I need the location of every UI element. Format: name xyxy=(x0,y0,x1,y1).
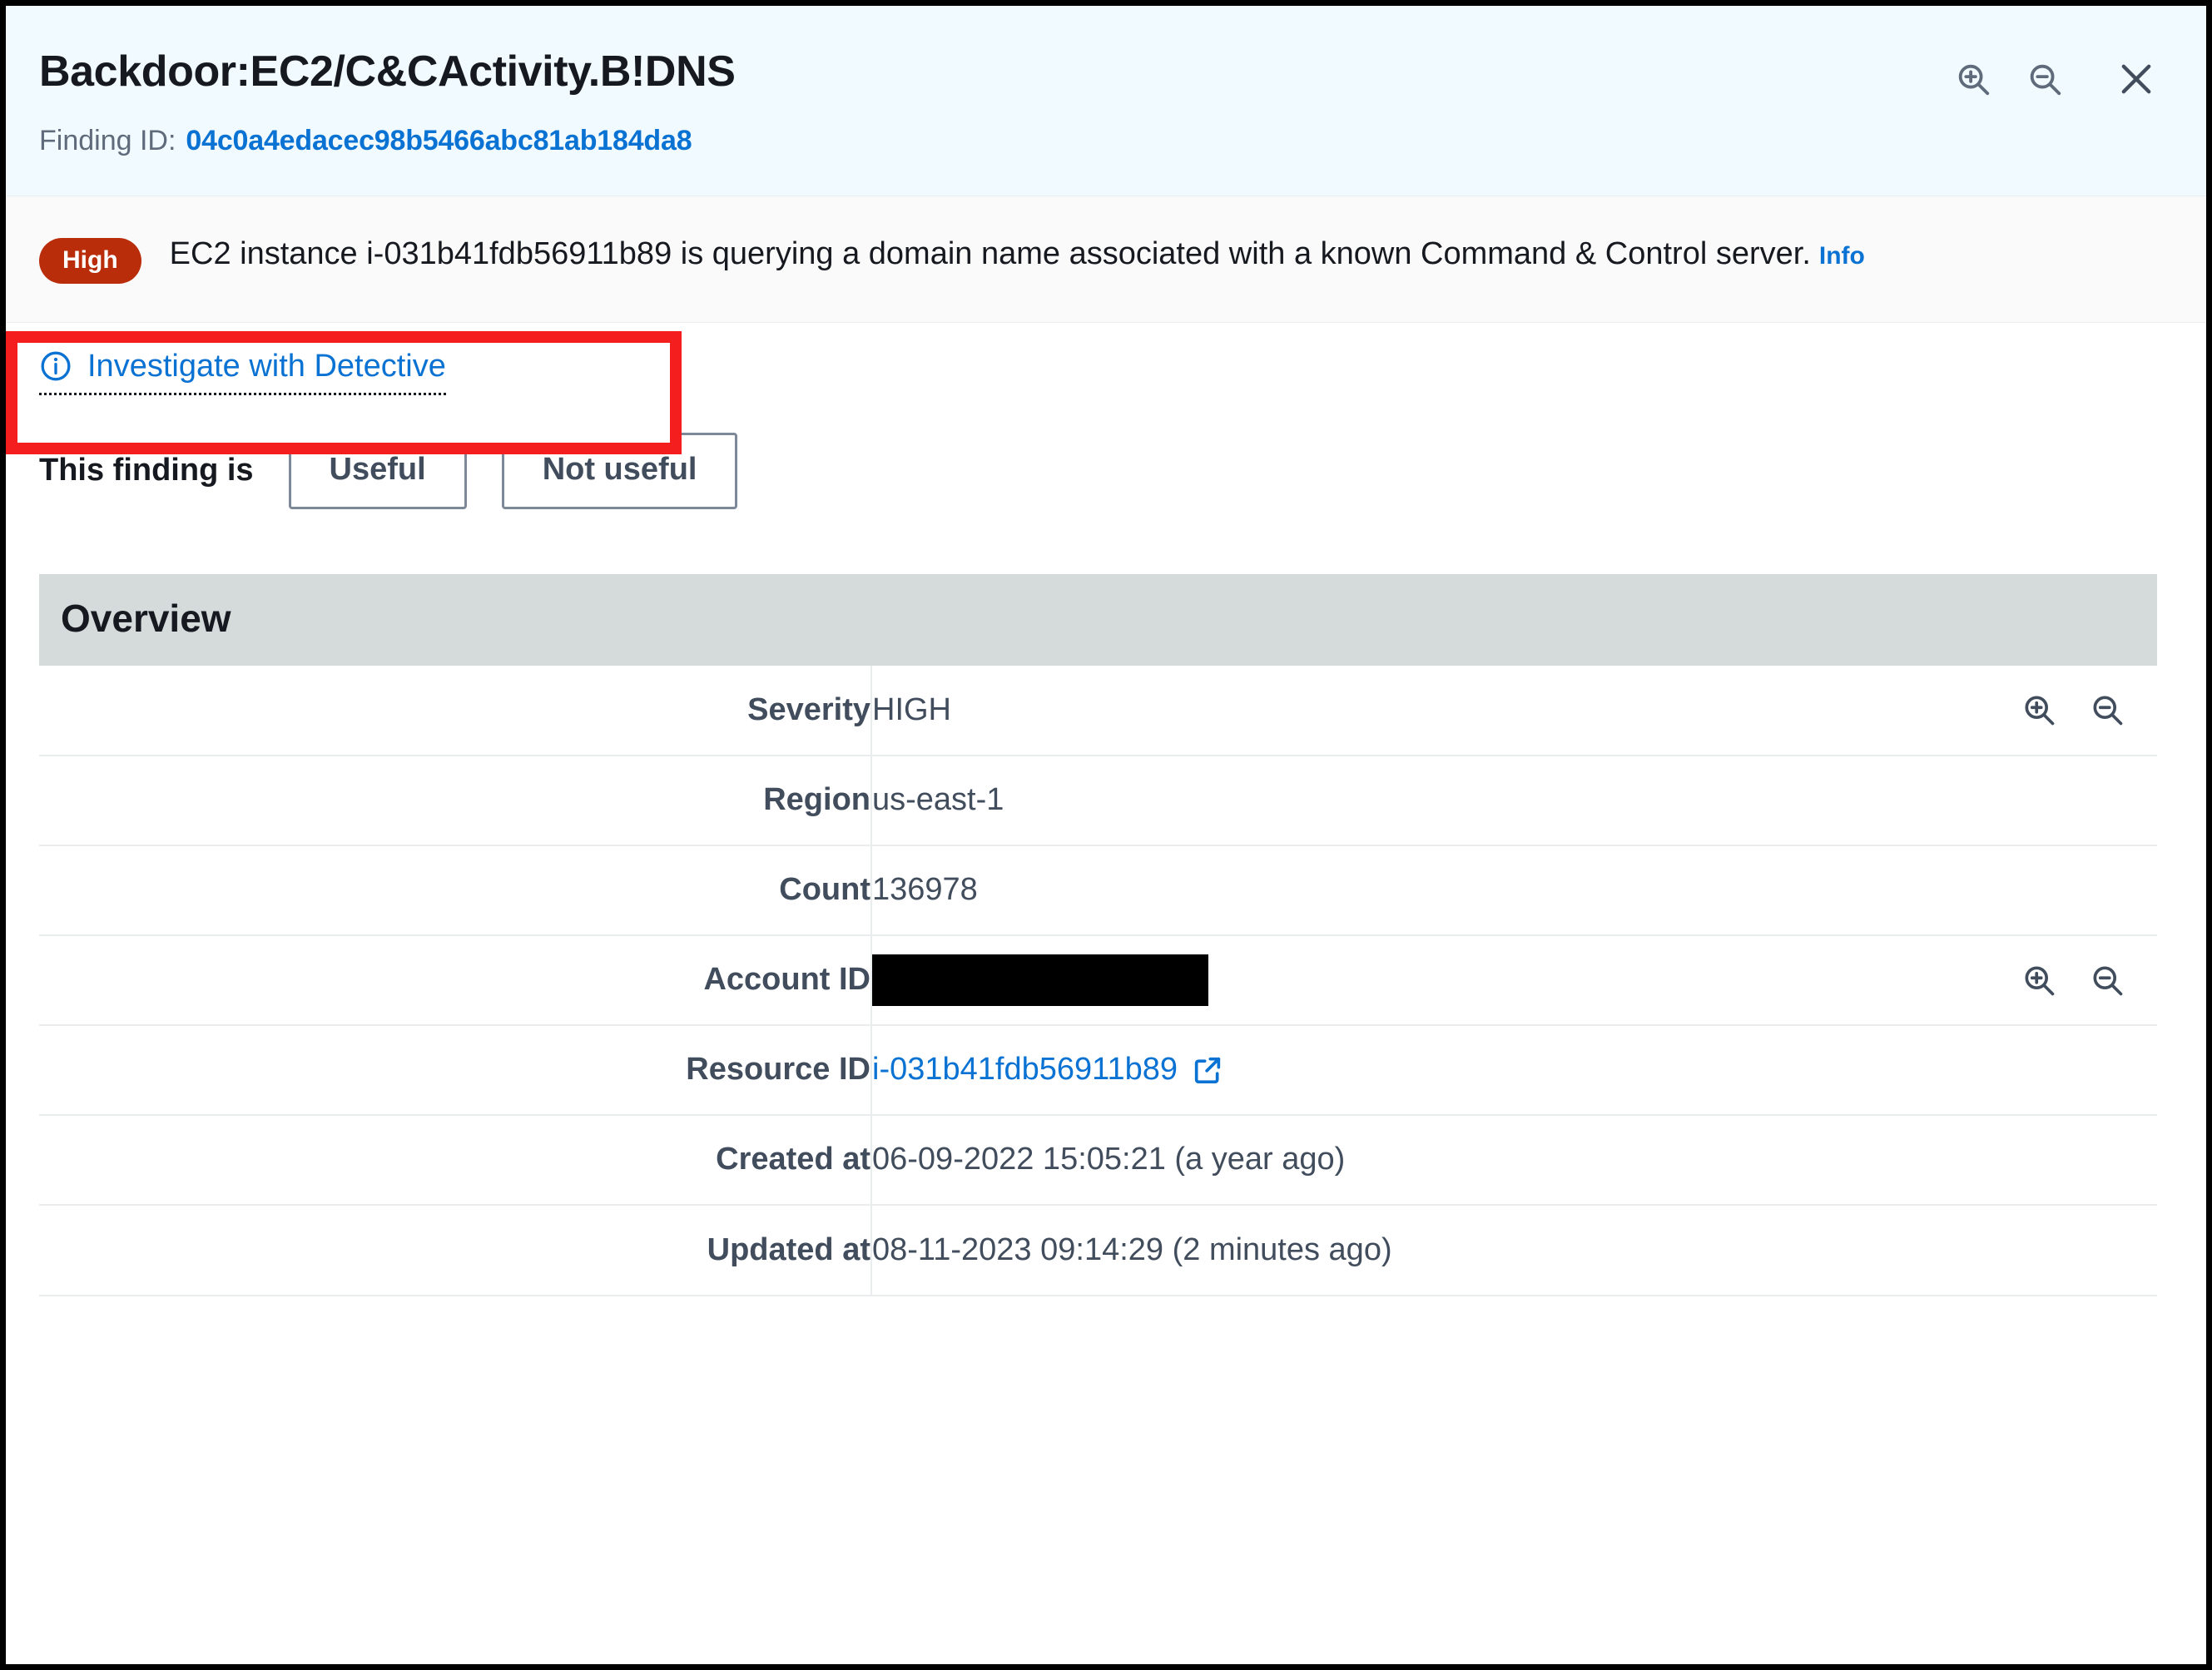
overview-value: i-031b41fdb56911b89 xyxy=(871,1023,2157,1115)
overview-value: 06-09-2022 15:05:21 (a year ago) xyxy=(871,1113,2157,1205)
close-icon[interactable] xyxy=(2115,57,2158,101)
info-link[interactable]: Info xyxy=(1819,242,1865,270)
overview-key: Account ID xyxy=(39,934,872,1025)
resource-id-link[interactable]: i-031b41fdb56911b89 xyxy=(872,1052,1224,1088)
table-row: Resource ID i-031b41fdb56911b89 xyxy=(39,1023,2157,1115)
overview-value-text: 136978 xyxy=(872,872,978,908)
overview-value: 136978 xyxy=(871,844,2157,935)
info-circle-icon xyxy=(39,349,72,383)
feedback-row: This finding is Useful Not useful xyxy=(6,399,2206,509)
finding-id-value: 04c0a4edacec98b5466abc81ab184da8 xyxy=(186,124,692,156)
feedback-label: This finding is xyxy=(39,453,254,488)
redacted-account-id xyxy=(872,954,1208,1006)
detective-section: Investigate with Detective xyxy=(6,323,2206,454)
useful-button[interactable]: Useful xyxy=(288,432,467,509)
investigate-with-detective-label: Investigate with Detective xyxy=(87,348,446,384)
overview-key: Updated at xyxy=(39,1203,872,1295)
zoom-in-icon[interactable] xyxy=(2017,959,2061,1002)
finding-header: Backdoor:EC2/C&CActivity.B!DNS Finding I… xyxy=(6,6,2206,196)
overview-value-text: 06-09-2022 15:05:21 (a year ago) xyxy=(872,1142,1346,1177)
table-row: Region us-east-1 xyxy=(39,754,2157,845)
finding-id-label: Finding ID: xyxy=(39,124,176,156)
external-link-icon xyxy=(1191,1053,1224,1087)
table-row: Count 136978 xyxy=(39,844,2157,935)
finding-description-text: EC2 instance i-031b41fdb56911b89 is quer… xyxy=(170,233,1865,275)
description-sentence: EC2 instance i-031b41fdb56911b89 is quer… xyxy=(169,235,1811,271)
overview-title: Overview xyxy=(39,573,2157,666)
overview-key: Count xyxy=(39,844,872,935)
row-zoom-controls xyxy=(2017,959,2157,1002)
row-zoom-controls xyxy=(2017,688,2157,731)
zoom-out-icon[interactable] xyxy=(2086,959,2129,1002)
overview-key: Resource ID xyxy=(39,1023,872,1115)
table-row: Severity HIGH xyxy=(39,665,2157,756)
table-row: Account ID xyxy=(39,934,2157,1025)
zoom-out-icon[interactable] xyxy=(2023,57,2066,101)
overview-value-text: 08-11-2023 09:14:29 (2 minutes ago) xyxy=(872,1231,1392,1267)
page-title: Backdoor:EC2/C&CActivity.B!DNS xyxy=(39,47,736,96)
zoom-in-icon[interactable] xyxy=(1952,57,1995,101)
finding-description-band: High EC2 instance i-031b41fdb56911b89 is… xyxy=(6,195,2206,323)
status-badge: High xyxy=(39,237,141,284)
not-useful-button[interactable]: Not useful xyxy=(501,432,738,509)
table-row: Created at 06-09-2022 15:05:21 (a year ag… xyxy=(39,1113,2157,1205)
header-actions xyxy=(1952,57,2158,101)
overview-table: Severity HIGH Region us-east-1 Count 136978 Ac… xyxy=(39,665,2157,1295)
overview-value: 08-11-2023 09:14:29 (2 minutes ago) xyxy=(871,1203,2157,1295)
overview-value xyxy=(871,934,2157,1025)
table-row: Updated at 08-11-2023 09:14:29 (2 minutes… xyxy=(39,1203,2157,1295)
overview-key: Region xyxy=(39,754,872,845)
overview-value-text: us-east-1 xyxy=(872,782,1004,818)
table-bottom-divider xyxy=(39,1294,2157,1296)
overview-value: HIGH xyxy=(871,666,2157,756)
overview-value-text: HIGH xyxy=(872,691,951,727)
overview-value: us-east-1 xyxy=(871,754,2157,845)
overview-section: Overview Severity HIGH Region us-east-1 Coun… xyxy=(39,573,2157,1295)
resource-id-label: i-031b41fdb56911b89 xyxy=(872,1052,1178,1088)
zoom-out-icon[interactable] xyxy=(2086,688,2129,731)
zoom-in-icon[interactable] xyxy=(2017,688,2061,731)
overview-key: Created at xyxy=(39,1113,872,1205)
investigate-with-detective-link[interactable]: Investigate with Detective xyxy=(39,349,446,395)
overview-key: Severity xyxy=(39,665,872,756)
finding-id: Finding ID: 04c0a4edacec98b5466abc81ab18… xyxy=(39,125,2206,157)
